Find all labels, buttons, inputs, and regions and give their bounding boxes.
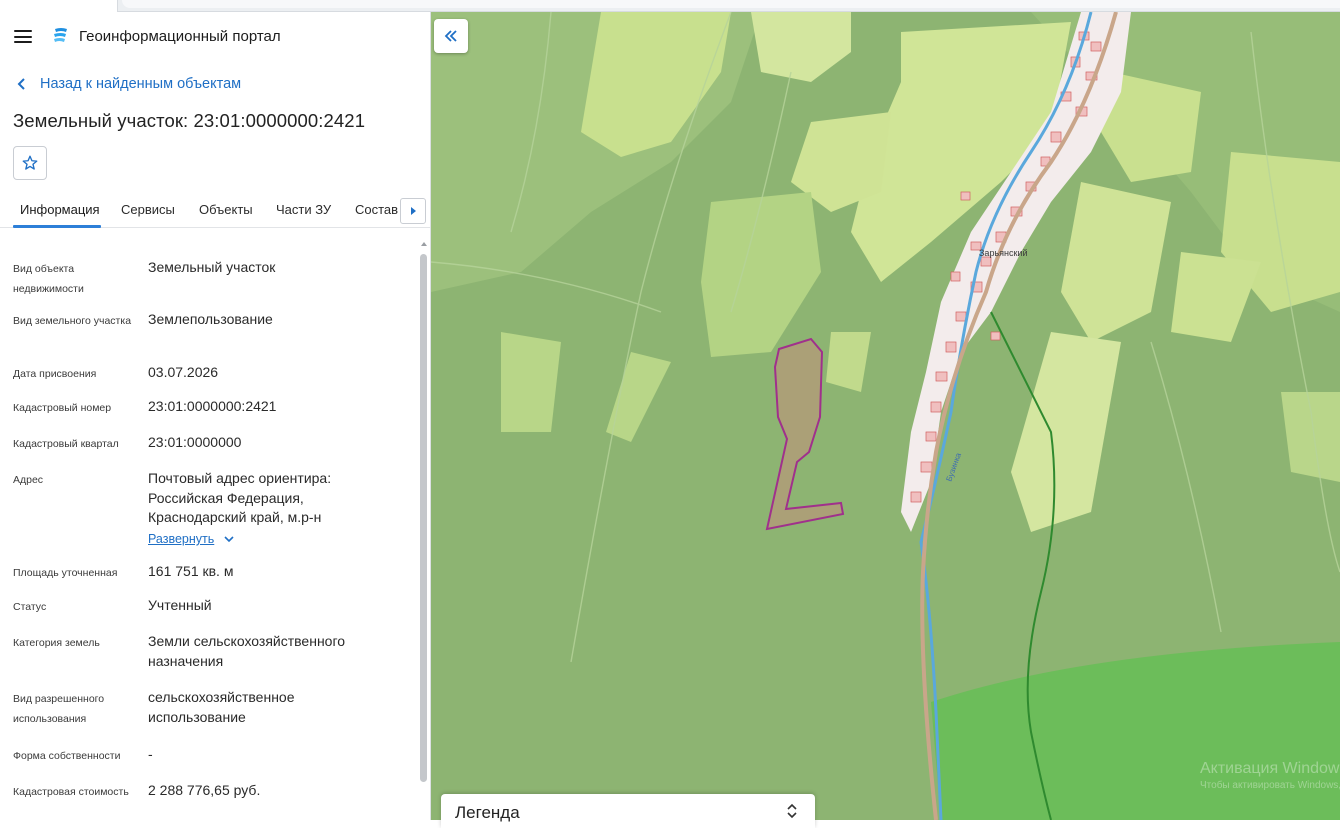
tabs-scroll-right-button[interactable] [400, 198, 426, 224]
meadow-area [501, 332, 561, 432]
info-value: Земли сельскохозяйственного назначения [148, 633, 346, 669]
active-tab-indicator [13, 225, 101, 228]
info-label: Дата присвоения [13, 368, 97, 380]
tab-bar: Информация Сервисы Объекты Части ЗУ Сост… [0, 192, 430, 228]
info-label: Вид земельного участка [13, 315, 132, 327]
info-label: Категория земель [13, 637, 100, 649]
portal-logo-icon [54, 28, 67, 42]
browser-address-bar[interactable] [122, 0, 1340, 8]
expand-label: Развернуть [148, 532, 215, 546]
scrollbar-thumb[interactable] [420, 254, 427, 782]
legend-panel[interactable]: Легенда [441, 794, 815, 828]
panel-scrollbar[interactable] [419, 240, 429, 820]
info-label: Площадь уточненная [13, 567, 118, 579]
app-header: Геоинформационный портал [0, 12, 430, 62]
info-label: Статус [13, 601, 47, 613]
address-value: Почтовый адрес ориентира: Российская Фед… [148, 470, 332, 525]
windows-watermark: Активация Windows Чтобы активировать Win… [1200, 760, 1340, 791]
app-title: Геоинформационный портал [79, 28, 281, 45]
object-title: Земельный участок: 23:01:0000000:2421 [13, 110, 366, 131]
legend-label: Легенда [455, 803, 520, 822]
unfold-icon [787, 803, 797, 819]
tab-objects[interactable]: Объекты [199, 202, 253, 217]
scroll-up-arrow-icon[interactable] [421, 242, 427, 246]
favorite-button[interactable] [13, 146, 47, 180]
info-value: 23:01:0000000 [148, 434, 242, 450]
info-value: 2 288 776,65 руб. [148, 782, 261, 798]
tab-info[interactable]: Информация [20, 202, 100, 217]
info-value: 03.07.2026 [148, 364, 219, 380]
watermark-line1: Активация Windows [1200, 760, 1340, 777]
tab-services[interactable]: Сервисы [121, 202, 175, 217]
info-label: Вид разрешенного использования [13, 693, 105, 725]
info-label: Форма собственности [13, 750, 121, 762]
caret-right-icon [410, 207, 416, 215]
info-value: Землепользование [148, 311, 273, 327]
info-label: Кадастровая стоимость [13, 786, 129, 798]
tab-parts[interactable]: Части ЗУ [276, 202, 331, 217]
info-label: Вид объекта недвижимости [13, 263, 84, 295]
browser-tab[interactable] [0, 0, 118, 12]
star-icon [22, 155, 38, 170]
map-view[interactable]: Зарьянский Бузинка [431, 12, 1340, 820]
browser-top-strip [0, 0, 1340, 12]
back-link[interactable]: Назад к найденным объектам [16, 76, 241, 92]
watermark-line2: Чтобы активировать Windows, перейдите в … [1200, 780, 1340, 791]
double-chevron-left-icon [444, 30, 457, 42]
info-label: Кадастровый номер [13, 402, 112, 414]
settlement-label: Зарьянский [979, 248, 1027, 258]
collapse-panel-button[interactable] [434, 19, 468, 53]
chevron-left-icon [17, 78, 25, 90]
info-value: сельскохозяйственное использование [148, 689, 295, 725]
info-label: Адрес [13, 474, 44, 486]
expand-address-link[interactable]: Развернуть [148, 532, 234, 546]
info-value: 23:01:0000000:2421 [148, 398, 277, 414]
info-value: - [148, 746, 153, 762]
info-label: Кадастровый квартал [13, 438, 119, 450]
back-link-label: Назад к найденным объектам [40, 76, 242, 92]
map-canvas[interactable]: Зарьянский Бузинка [431, 12, 1340, 820]
hamburger-icon[interactable] [14, 30, 32, 43]
info-value: 161 751 кв. м [148, 563, 234, 579]
info-value: Земельный участок [148, 259, 276, 275]
info-panel: Геоинформационный портал Назад к найденн… [0, 12, 431, 820]
chevron-down-icon [224, 535, 234, 542]
tab-composition[interactable]: Состав [355, 202, 398, 217]
info-value: Учтенный [148, 597, 212, 613]
